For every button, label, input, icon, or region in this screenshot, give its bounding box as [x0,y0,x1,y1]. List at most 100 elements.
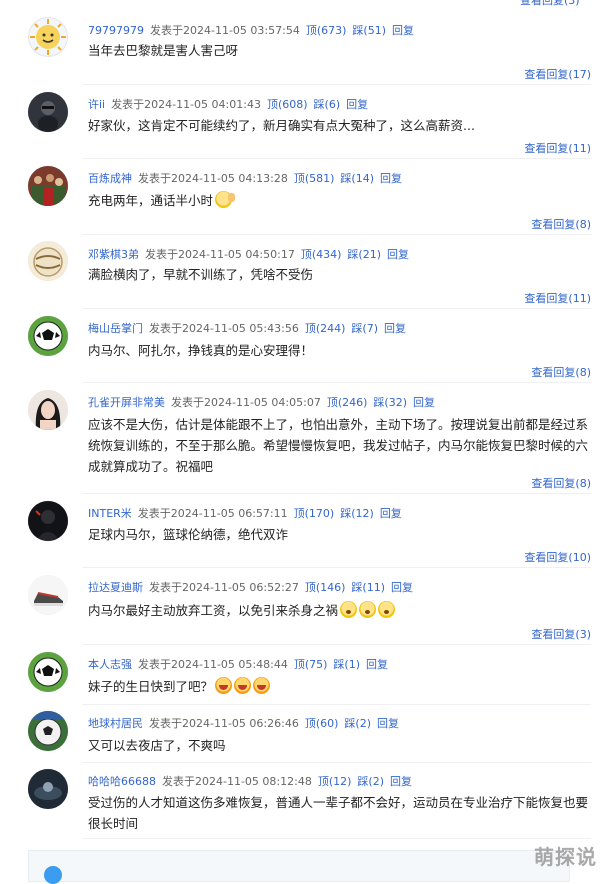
upvote-button[interactable]: 顶(673) [306,24,347,37]
upvote-button[interactable]: 顶(608) [267,98,308,111]
view-replies-link[interactable]: 查看回复(10) [524,549,591,565]
comment-username[interactable]: INTER米 [88,507,132,520]
comment-username[interactable]: 地球村居民 [88,717,143,730]
view-replies-link[interactable]: 查看回复(8) [531,364,591,380]
comment-text: 应该不是大伤，估计是体能跟不上了，也怕出意外，主动下场了。按理说复出前都是经过系… [88,417,589,474]
downvote-button[interactable]: 踩(12) [340,507,374,520]
comment-meta: 本人志强 发表于2024-11-05 05:48:44 顶(75) 踩(1) 回复 [88,656,394,672]
downvote-button[interactable]: 踩(51) [352,24,386,37]
avatar-person-icon[interactable] [28,92,68,132]
downvote-button[interactable]: 踩(32) [373,396,407,409]
view-replies-link[interactable]: 查看回复(17) [524,66,591,82]
avatar-sun-icon[interactable] [28,17,68,57]
reply-button[interactable]: 回复 [377,717,399,730]
comment-username[interactable]: 百炼成神 [88,172,132,185]
comment-timestamp: 发表于2024-11-05 08:12:48 [162,775,312,788]
comment-username[interactable]: 孔雀开屏非常美 [88,396,165,409]
comment-timestamp: 发表于2024-11-05 04:05:07 [171,396,321,409]
reply-button[interactable]: 回复 [413,396,435,409]
divider [82,704,591,705]
watermark-logo: 萌探说 [534,845,597,869]
comment-timestamp: 发表于2024-11-05 04:01:43 [111,98,261,111]
upvote-button[interactable]: 顶(244) [305,322,346,335]
divider [82,838,591,839]
cry-emoji-icon [359,601,377,618]
view-replies-link[interactable]: 查看回复(11) [524,290,591,306]
comment-timestamp: 发表于2024-11-05 06:57:11 [137,507,288,520]
view-replies-link[interactable]: 查看回复(3) [531,626,591,642]
comment-timestamp: 发表于2024-11-05 05:43:56 [149,322,299,335]
comment-username[interactable]: 本人志强 [88,658,132,671]
upvote-button[interactable]: 顶(170) [294,507,335,520]
downvote-button[interactable]: 踩(14) [340,172,374,185]
divider [82,234,591,235]
reply-button[interactable]: 回复 [391,581,413,594]
upvote-button[interactable]: 顶(75) [294,658,328,671]
avatar-soccer-ball-icon[interactable] [28,711,68,751]
comment-meta: 79797979 发表于2024-11-05 03:57:54 顶(673) 踩(51… [88,22,420,38]
comment-text: 又可以去夜店了，不爽吗 [88,738,226,753]
bottom-panel [28,850,570,882]
comment-timestamp: 发表于2024-11-05 06:52:27 [149,581,299,594]
reply-button[interactable]: 回复 [346,98,368,111]
cry-emoji-icon [340,601,358,618]
comment-timestamp: 发表于2024-11-05 04:13:28 [138,172,288,185]
divider [82,493,591,494]
divider [82,567,591,568]
comment-text: 受过伤的人才知道这伤多难恢复，普通人一辈子都不会好，运动员在专业治疗下能恢复也要… [88,795,589,831]
view-replies-link[interactable]: 查看回复(11) [524,140,591,156]
comment-meta: 地球村居民 发表于2024-11-05 06:26:46 顶(60) 踩(2) 回复 [88,715,405,731]
comment-text: 内马尔、阿扎尔，挣钱真的是心安理得！ [88,343,314,358]
wave-emoji-icon [215,191,236,208]
reply-button[interactable]: 回复 [380,172,402,185]
downvote-button[interactable]: 踩(2) [357,775,384,788]
comment-text: 足球内马尔，篮球伦纳德，绝代双诈 [88,527,289,542]
downvote-button[interactable]: 踩(11) [351,581,385,594]
avatar-woman-icon[interactable] [28,390,68,430]
comment-timestamp: 发表于2024-11-05 05:48:44 [138,658,288,671]
upvote-button[interactable]: 顶(434) [301,248,342,261]
view-replies-link[interactable]: 查看回复(8) [531,475,591,491]
upvote-button[interactable]: 顶(12) [318,775,352,788]
reply-button[interactable]: 回复 [384,322,406,335]
avatar-sneaker-icon[interactable] [28,575,68,615]
avatar-soccer-ball-icon[interactable] [28,652,68,692]
reply-button[interactable]: 回复 [380,507,402,520]
downvote-button[interactable]: 踩(6) [314,98,341,111]
comment-username[interactable]: 79797979 [88,24,144,37]
downvote-button[interactable]: 踩(2) [344,717,371,730]
comment-text-content: 内马尔最好主动放弃工资，以免引来杀身之祸 [88,603,339,618]
comment-meta: 孔雀开屏非常美 发表于2024-11-05 04:05:07 顶(246) 踩(32)… [88,394,441,410]
avatar-dark-scene-icon[interactable] [28,769,68,809]
comment-username[interactable]: 邓紫棋3弟 [88,248,139,261]
upvote-button[interactable]: 顶(60) [305,717,339,730]
upvote-button[interactable]: 顶(246) [327,396,368,409]
upvote-button[interactable]: 顶(146) [305,581,346,594]
reply-button[interactable]: 回复 [390,775,412,788]
avatar-dark-figure-icon[interactable] [28,501,68,541]
downvote-button[interactable]: 踩(21) [347,248,381,261]
comment-meta: 许ii 发表于2024-11-05 04:01:43 顶(608) 踩(6) 回复 [88,96,374,112]
top-view-replies-link[interactable]: 查看回复(3) [520,0,580,8]
divider [82,158,591,159]
avatar-ball-icon[interactable] [28,241,68,281]
comment-timestamp: 发表于2024-11-05 03:57:54 [150,24,300,37]
laugh-emoji-icon [253,677,271,694]
reply-button[interactable]: 回复 [387,248,409,261]
comment-username[interactable]: 拉达夏迪斯 [88,581,143,594]
divider [82,84,591,85]
downvote-button[interactable]: 踩(1) [333,658,360,671]
reply-button[interactable]: 回复 [366,658,388,671]
upvote-button[interactable]: 顶(581) [294,172,335,185]
avatar-crowd-icon[interactable] [28,166,68,206]
downvote-button[interactable]: 踩(7) [351,322,378,335]
avatar-soccer-ball-icon[interactable] [28,316,68,356]
reply-button[interactable]: 回复 [392,24,414,37]
comment-username[interactable]: 哈哈哈66688 [88,775,156,788]
laugh-emoji-icon [215,677,233,694]
comment-username[interactable]: 梅山岳掌门 [88,322,143,335]
divider [82,644,591,645]
comment-text: 满脸横肉了，早就不训练了，凭啥不受伤 [88,267,314,282]
comment-username[interactable]: 许ii [88,98,105,111]
view-replies-link[interactable]: 查看回复(8) [531,216,591,232]
